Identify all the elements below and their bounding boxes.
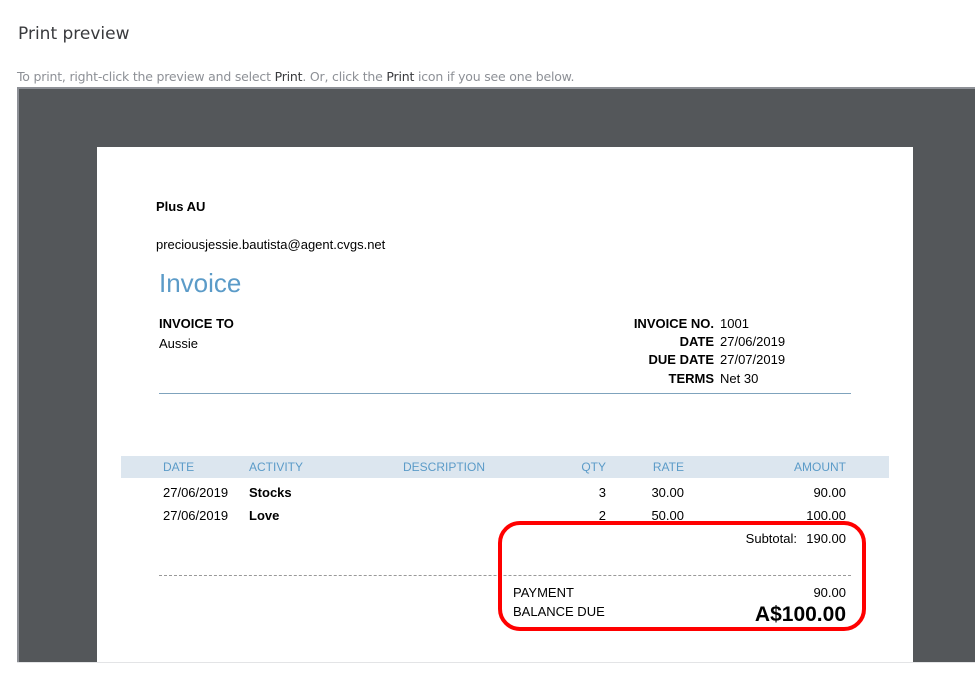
col-date: DATE bbox=[163, 460, 195, 474]
date-label: DATE bbox=[679, 334, 714, 349]
due-date-value: 27/07/2019 bbox=[720, 352, 786, 367]
due-date-label: DUE DATE bbox=[648, 352, 714, 367]
invoice-heading: Invoice bbox=[159, 268, 242, 298]
row-rate: 30.00 bbox=[651, 485, 684, 500]
row-date: 27/06/2019 bbox=[163, 508, 229, 523]
col-qty: QTY bbox=[581, 460, 606, 474]
col-description: DESCRIPTION bbox=[403, 460, 486, 474]
terms-value: Net 30 bbox=[720, 371, 759, 386]
hint-text: icon if you see one below. bbox=[414, 69, 575, 84]
company-email: preciousjessie.bautista@agent.cvgs.net bbox=[156, 237, 386, 252]
divider bbox=[17, 662, 975, 663]
row-date: 27/06/2019 bbox=[163, 485, 229, 500]
invoice-to-value: Aussie bbox=[159, 336, 199, 351]
col-activity: ACTIVITY bbox=[249, 460, 304, 474]
highlight-annotation bbox=[498, 521, 866, 631]
print-instructions: To print, right-click the preview and se… bbox=[17, 69, 575, 84]
col-amount: AMOUNT bbox=[794, 460, 846, 474]
invoice-to-label: INVOICE TO bbox=[159, 316, 234, 331]
hint-print: Print bbox=[274, 69, 303, 84]
invoice-no-value: 1001 bbox=[720, 316, 749, 331]
invoice-no-label: INVOICE NO. bbox=[633, 316, 714, 331]
page-title: Print preview bbox=[18, 24, 130, 44]
row-amount: 90.00 bbox=[813, 485, 846, 500]
row-qty: 3 bbox=[598, 485, 606, 500]
hint-text: To print, right-click the preview and se… bbox=[17, 69, 275, 84]
hint-text: . Or, click the bbox=[302, 69, 387, 84]
hint-print: Print bbox=[386, 69, 415, 84]
divider bbox=[159, 393, 851, 394]
company-name: Plus AU bbox=[156, 199, 206, 214]
date-value: 27/06/2019 bbox=[720, 334, 786, 349]
row-activity: Stocks bbox=[249, 485, 292, 500]
terms-label: TERMS bbox=[668, 371, 715, 386]
col-rate: RATE bbox=[652, 460, 684, 474]
row-activity: Love bbox=[249, 508, 280, 523]
